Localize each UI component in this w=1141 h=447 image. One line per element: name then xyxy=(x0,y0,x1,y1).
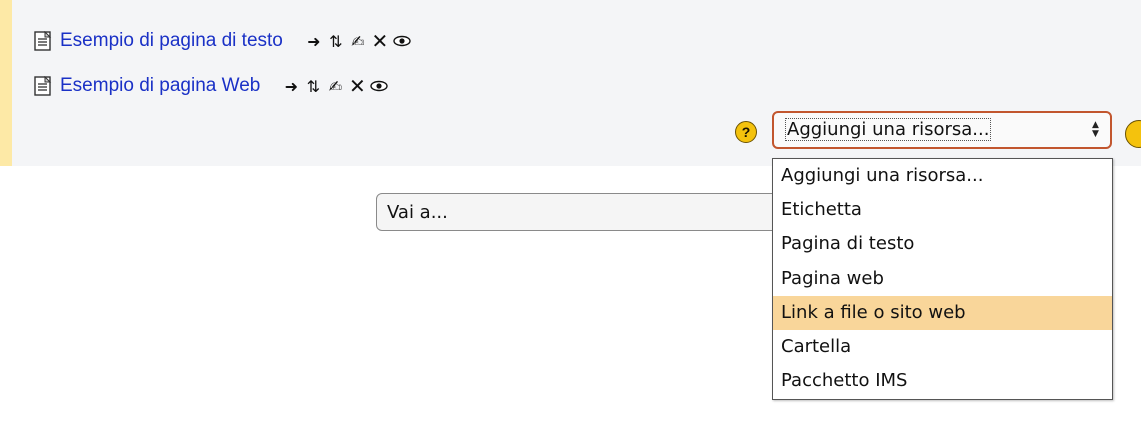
jump-to-current: Vai a... xyxy=(387,202,448,223)
option-link-file-or-site[interactable]: Link a file o sito web xyxy=(773,295,1112,330)
move-right-icon[interactable]: ➜ xyxy=(280,75,302,97)
resource-row: Esempio di pagina di testo ➜ ⇅ ✍ ✕ xyxy=(34,26,413,56)
resource-link[interactable]: Esempio di pagina Web xyxy=(60,75,260,97)
option-add-resource[interactable]: Aggiungi una risorsa... xyxy=(773,159,1112,193)
edit-icon[interactable]: ✍ xyxy=(347,30,369,52)
move-right-icon[interactable]: ➜ xyxy=(303,30,325,52)
option-label[interactable]: Etichetta xyxy=(773,193,1112,227)
move-updown-icon[interactable]: ⇅ xyxy=(325,30,347,52)
edit-icon[interactable]: ✍ xyxy=(324,75,346,97)
visibility-eye-icon[interactable] xyxy=(391,30,413,52)
help-icon[interactable]: ? xyxy=(735,121,757,143)
chevron-updown-icon: ▲ ▼ xyxy=(1092,120,1099,139)
resource-row: Esempio di pagina Web ➜ ⇅ ✍ ✕ xyxy=(34,71,390,101)
option-web-page[interactable]: Pagina web xyxy=(773,262,1112,296)
add-resource-dropdown: Aggiungi una risorsa... Etichetta Pagina… xyxy=(772,158,1113,400)
add-resource-current: Aggiungi una risorsa... xyxy=(784,118,992,141)
visibility-eye-icon[interactable] xyxy=(368,75,390,97)
resource-link[interactable]: Esempio di pagina di testo xyxy=(60,30,283,52)
option-folder[interactable]: Cartella xyxy=(773,330,1112,364)
resource-actions: ➜ ⇅ ✍ ✕ xyxy=(303,29,413,53)
delete-icon[interactable]: ✕ xyxy=(369,29,391,53)
option-ims-package[interactable]: Pacchetto IMS xyxy=(773,364,1112,398)
text-page-icon xyxy=(34,31,52,51)
jump-to-select[interactable]: Vai a... xyxy=(376,193,796,231)
web-page-icon xyxy=(34,76,52,96)
delete-icon[interactable]: ✕ xyxy=(346,74,368,98)
add-resource-select[interactable]: Aggiungi una risorsa... ▲ ▼ xyxy=(772,111,1112,149)
move-updown-icon[interactable]: ⇅ xyxy=(302,75,324,97)
resource-actions: ➜ ⇅ ✍ ✕ xyxy=(280,74,390,98)
option-text-page[interactable]: Pagina di testo xyxy=(773,227,1112,261)
